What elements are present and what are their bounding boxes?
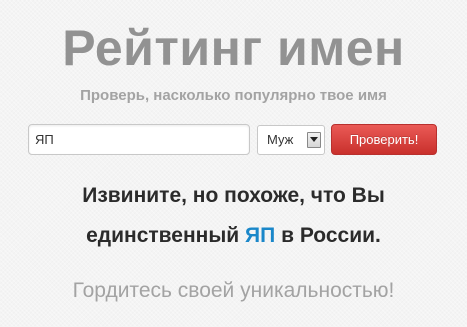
result-message: Извините, но похоже, что Вы единственный…	[0, 176, 467, 256]
proud-message: Гордитесь своей уникальностью!	[72, 279, 395, 302]
result-text-after: в России.	[281, 224, 381, 247]
gender-select-value: Муж	[267, 132, 294, 147]
result-name: ЯП	[245, 224, 276, 247]
gender-select[interactable]: Муж	[257, 125, 325, 155]
search-form: Муж Проверить!	[28, 124, 440, 156]
result-text-before: единственный	[86, 224, 240, 247]
check-button[interactable]: Проверить!	[331, 124, 437, 155]
result-line-1: Извините, но похоже, что Вы	[82, 184, 385, 207]
name-input[interactable]	[28, 124, 250, 155]
page-title: Рейтинг имен	[62, 20, 405, 76]
page-subtitle: Проверь, насколько популярно твое имя	[80, 87, 387, 104]
chevron-down-icon[interactable]	[307, 132, 321, 148]
result-line-2: единственный ЯП в России.	[0, 216, 467, 256]
